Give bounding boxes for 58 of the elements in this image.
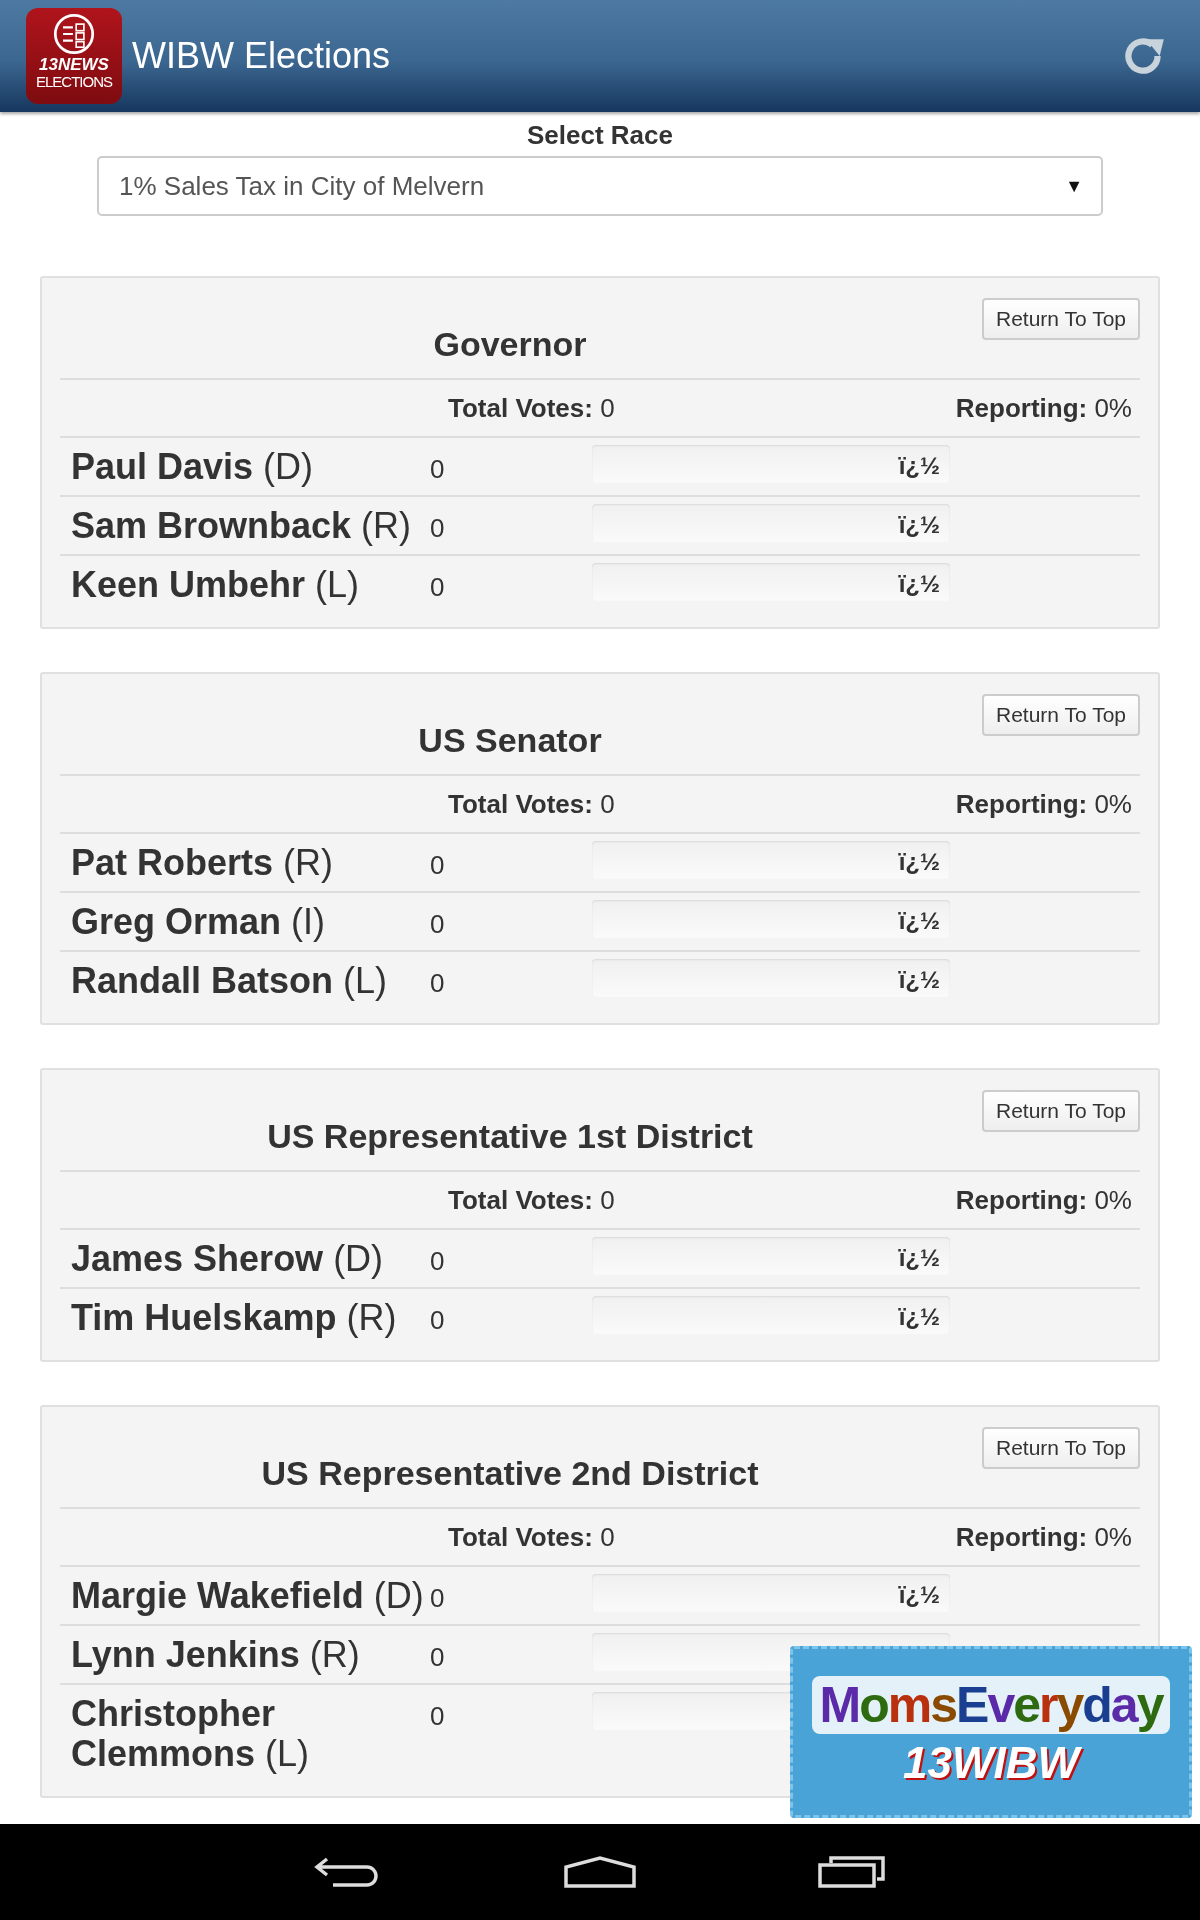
home-icon[interactable]	[563, 1855, 637, 1889]
vote-count: 0	[430, 512, 446, 544]
candidate-name: Paul Davis (D)	[70, 445, 315, 489]
app-logo[interactable]: 13NEWS ELECTIONS	[26, 8, 122, 104]
reporting-percent: Reporting: 0%	[955, 1521, 1133, 1553]
vote-count: 0	[430, 1245, 446, 1277]
return-to-top-button[interactable]: Return To Top	[982, 694, 1140, 736]
candidate-name: Sam Brownback (R)	[70, 504, 413, 548]
total-votes: Total Votes: 0	[448, 392, 615, 424]
total-votes: Total Votes: 0	[448, 1521, 615, 1553]
race-title: Governor	[432, 323, 588, 364]
vote-count: 0	[430, 849, 446, 881]
reporting-percent: Reporting: 0%	[955, 788, 1133, 820]
ballot-icon	[52, 12, 96, 56]
bar-label: ï¿½	[898, 1244, 940, 1272]
race-title: US Senator	[417, 719, 603, 760]
total-votes: Total Votes: 0	[448, 1184, 615, 1216]
reporting-percent: Reporting: 0%	[955, 1184, 1133, 1216]
race-dropdown[interactable]: 1% Sales Tax in City of Melvern ▼	[97, 156, 1103, 216]
ad-title: MomsEveryday	[811, 1676, 1171, 1734]
vote-count: 0	[430, 571, 446, 603]
race-title: US Representative 1st District	[266, 1115, 754, 1156]
bar-label: ï¿½	[898, 570, 940, 598]
bar-label: ï¿½	[898, 848, 940, 876]
candidate-name: Pat Roberts (R)	[70, 841, 335, 885]
candidate-name: Keen Umbehr (L)	[70, 563, 361, 607]
return-to-top-button[interactable]: Return To Top	[982, 298, 1140, 340]
return-to-top-button[interactable]: Return To Top	[982, 1427, 1140, 1469]
candidate-name: Margie Wakefield (D)	[70, 1574, 425, 1618]
candidate-name: Greg Orman (I)	[70, 900, 327, 944]
vote-count: 0	[430, 908, 446, 940]
logo-text: ELECTIONS	[36, 74, 112, 90]
candidate-name: Tim Huelskamp (R)	[70, 1296, 398, 1340]
app-title: WIBW Elections	[132, 35, 392, 77]
bar-label: ï¿½	[898, 1303, 940, 1331]
candidate-name: Lynn Jenkins (R)	[70, 1633, 361, 1677]
bar-label: ï¿½	[898, 907, 940, 935]
return-to-top-button[interactable]: Return To Top	[982, 1090, 1140, 1132]
candidate-name: Christopher Clemmons (L)	[70, 1692, 311, 1776]
recent-apps-icon[interactable]	[817, 1855, 887, 1889]
bar-label: ï¿½	[898, 452, 940, 480]
vote-count: 0	[430, 453, 446, 485]
logo-text: 13NEWS	[39, 56, 109, 74]
total-votes: Total Votes: 0	[448, 788, 615, 820]
vote-count: 0	[430, 1641, 446, 1673]
bar-label: ï¿½	[898, 1581, 940, 1609]
ad-banner[interactable]: MomsEveryday 13WIBW	[790, 1646, 1192, 1818]
vote-count: 0	[430, 967, 446, 999]
bar-label: ï¿½	[898, 511, 940, 539]
candidate-name: James Sherow (D)	[70, 1237, 385, 1281]
reporting-percent: Reporting: 0%	[955, 392, 1133, 424]
bar-label: ï¿½	[898, 966, 940, 994]
race-title: US Representative 2nd District	[260, 1452, 760, 1493]
vote-count: 0	[430, 1700, 446, 1732]
candidate-name: Randall Batson (L)	[70, 959, 389, 1003]
vote-count: 0	[430, 1304, 446, 1336]
select-label: Select Race	[526, 120, 674, 152]
vote-count: 0	[430, 1582, 446, 1614]
